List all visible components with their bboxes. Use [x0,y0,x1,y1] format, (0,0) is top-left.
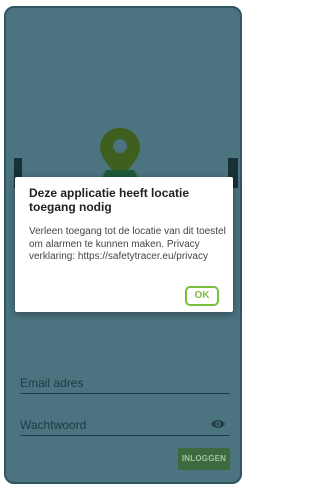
location-permission-dialog: Deze applicatie heeft locatie toegang no… [15,177,233,312]
login-button[interactable]: INLOGGEN [178,448,230,470]
email-placeholder: Email adres [20,376,84,390]
password-placeholder: Wachtwoord [20,418,87,432]
password-field[interactable]: Wachtwoord [20,418,230,436]
password-underline [20,435,230,436]
ok-button[interactable]: OK [185,286,219,306]
dialog-title: Deze applicatie heeft locatie toegang no… [29,186,190,214]
email-field[interactable]: Email adres [20,376,230,394]
device-frame: Email adres Wachtwoord INLOGGEN Deze app… [0,0,249,488]
eye-icon[interactable] [210,418,226,430]
email-underline [20,393,230,394]
dialog-message: Verleen toegang tot de locatie van dit t… [29,226,226,262]
